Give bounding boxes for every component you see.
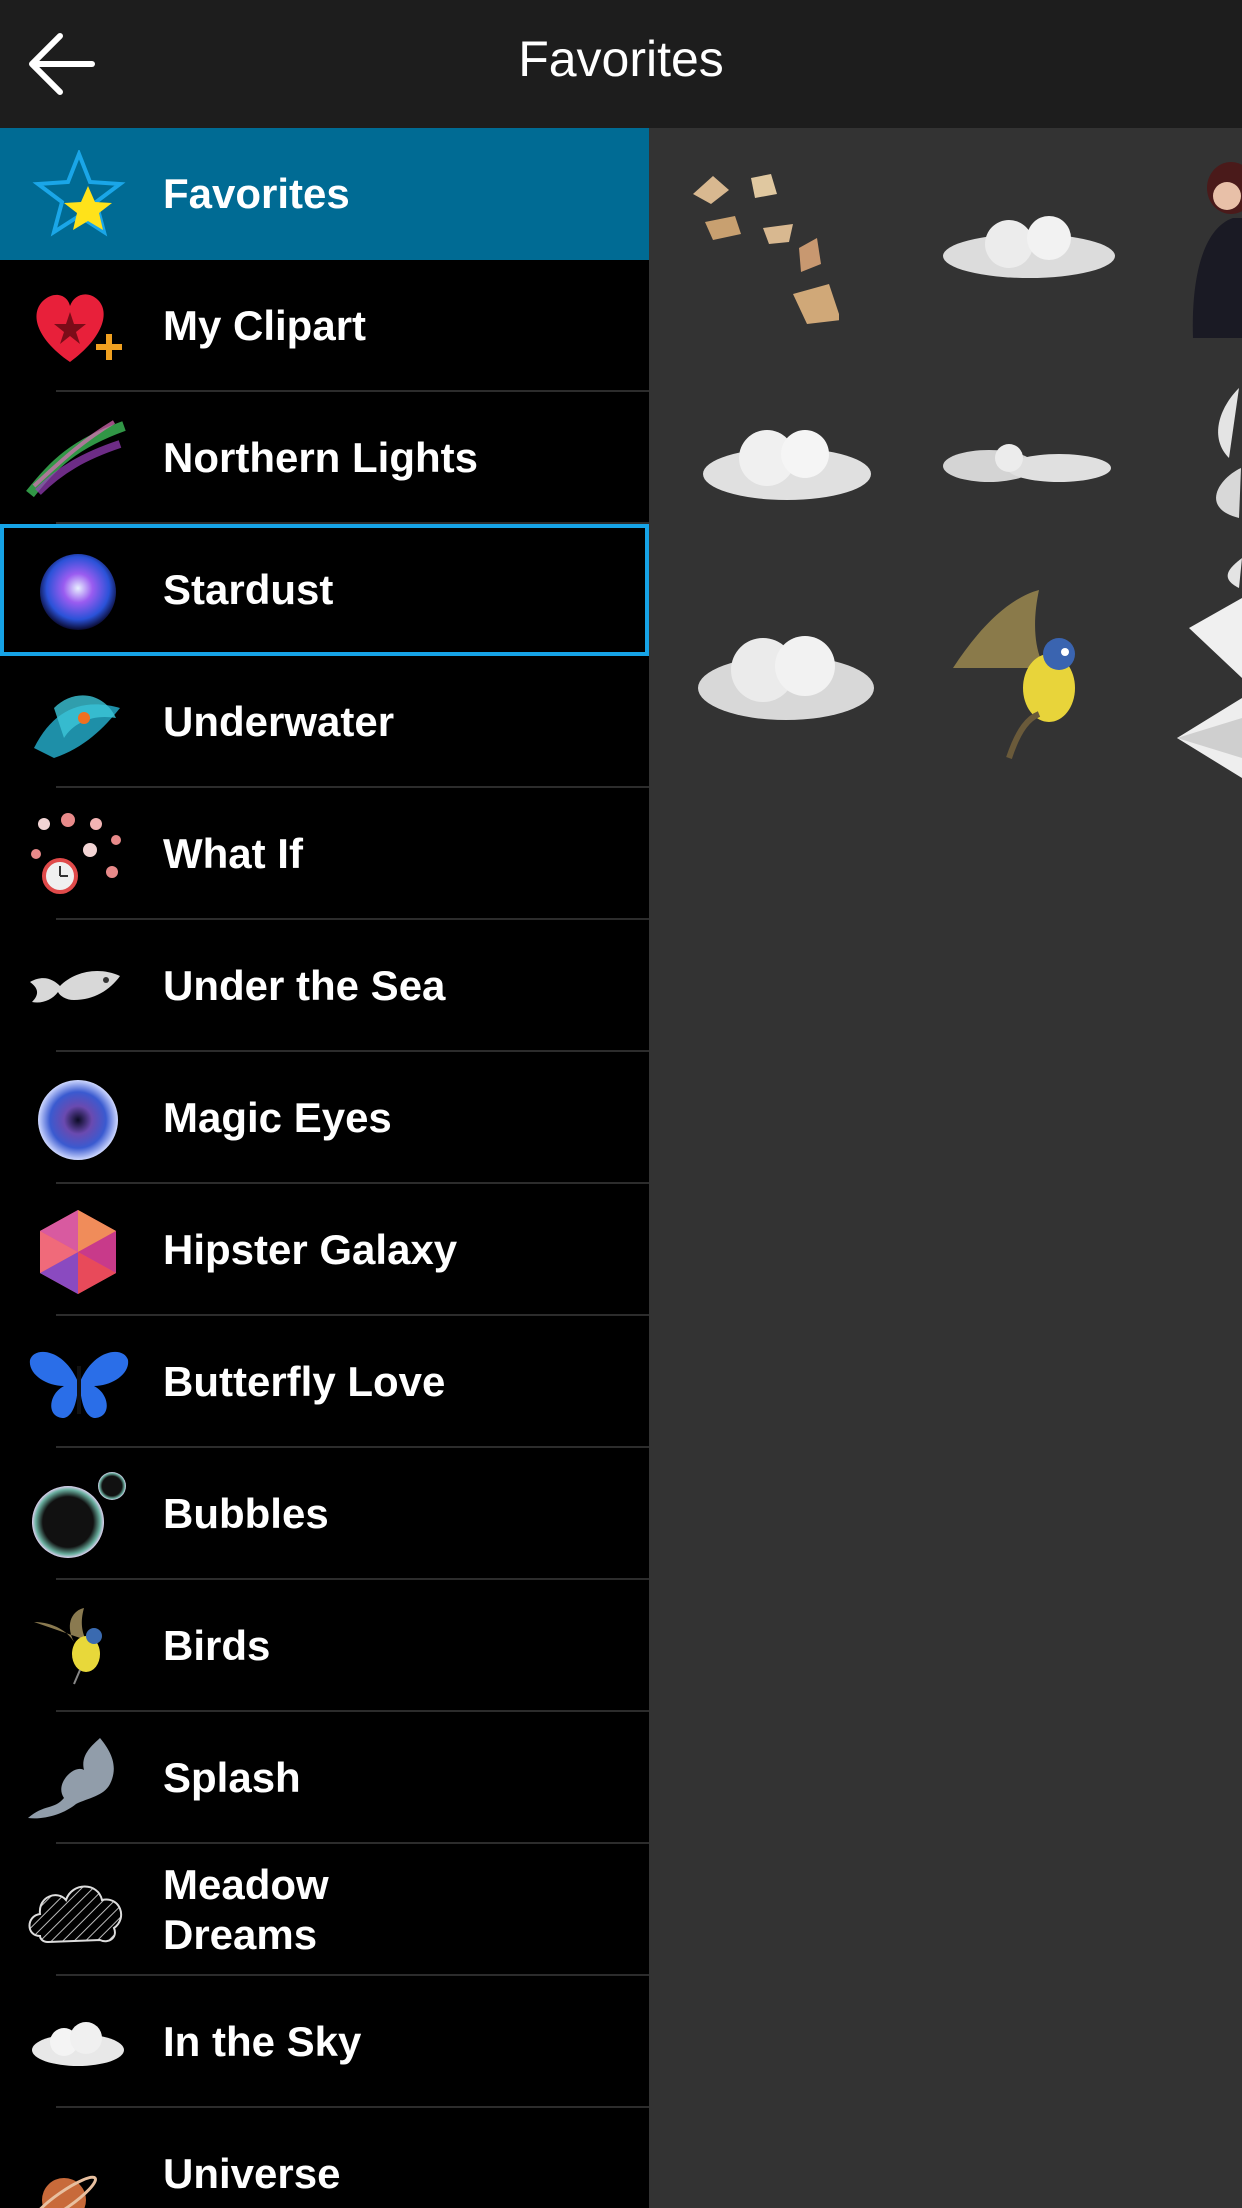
- sidebar-item-in-the-sky[interactable]: In the Sky: [0, 1976, 649, 2108]
- underwater-fish-icon: [34, 695, 120, 758]
- star-icon: [32, 150, 126, 237]
- cloud-clipart[interactable]: [939, 208, 1119, 288]
- bubble-icon: [32, 1472, 126, 1558]
- splash-icon: [28, 1738, 114, 1819]
- cloud-icon: [32, 2022, 124, 2066]
- category-sidebar[interactable]: Favorites My Clipart Northern Lights Sta…: [0, 128, 649, 2208]
- sidebar-item-universe[interactable]: Universe: [0, 2108, 649, 2208]
- sidebar-item-meadow-dreams[interactable]: Meadow Dreams: [0, 1844, 649, 1976]
- cloud-clipart[interactable]: [697, 414, 877, 510]
- favorites-grid: [649, 128, 1242, 2208]
- sidebar-item-label: Birds: [163, 1622, 271, 1669]
- paper-plane-clipart[interactable]: [1177, 688, 1242, 788]
- top-bar: Favorites: [0, 0, 1242, 128]
- sidebar-item-hipster-galaxy[interactable]: Hipster Galaxy: [0, 1184, 649, 1316]
- galaxy-eye-icon: [38, 1080, 118, 1160]
- clock-bubbles-icon: [31, 813, 121, 894]
- sidebar-item-magic-eyes[interactable]: Magic Eyes: [0, 1052, 649, 1184]
- butterfly-icon: [29, 1351, 129, 1418]
- cloud-clipart[interactable]: [693, 622, 879, 732]
- sidebar-item-label: Universe: [163, 2150, 341, 2197]
- sidebar-item-label: Favorites: [163, 170, 350, 217]
- small-clouds-clipart[interactable]: [939, 428, 1119, 498]
- sidebar-item-label: Magic Eyes: [163, 1094, 392, 1141]
- sidebar-item-label: Northern Lights: [163, 434, 478, 481]
- sidebar-item-label: Splash: [163, 1754, 301, 1801]
- sidebar-item-butterfly-love[interactable]: Butterfly Love: [0, 1316, 649, 1448]
- leaves-clipart[interactable]: [1179, 378, 1242, 678]
- sidebar-item-label: My Clipart: [163, 302, 367, 349]
- sidebar-item-label: In the Sky: [163, 2018, 362, 2065]
- nebula-sphere-icon: [40, 554, 116, 630]
- woman-clipart[interactable]: [1183, 158, 1242, 338]
- sidebar-item-stardust[interactable]: Stardust: [0, 524, 649, 656]
- sidebar-item-my-clipart[interactable]: My Clipart: [0, 260, 649, 392]
- flying-books-clipart[interactable]: [689, 164, 839, 344]
- hexagon-icon: [40, 1210, 116, 1294]
- sidebar-item-label: Meadow Dreams: [163, 1861, 329, 1958]
- sidebar-item-underwater[interactable]: Underwater: [0, 656, 649, 788]
- planet-icon: [31, 2175, 97, 2208]
- sidebar-item-splash[interactable]: Splash: [0, 1712, 649, 1844]
- sidebar-item-label: What If: [163, 830, 303, 877]
- sidebar-item-label: Stardust: [163, 566, 334, 613]
- sidebar-item-favorites[interactable]: Favorites: [0, 128, 649, 260]
- sidebar-item-what-if[interactable]: What If: [0, 788, 649, 920]
- koi-fish-icon: [30, 971, 120, 1003]
- page-title: Favorites: [518, 31, 724, 87]
- bird-icon: [34, 1608, 102, 1685]
- sidebar-item-northern-lights[interactable]: Northern Lights: [0, 392, 649, 524]
- sidebar-item-label: Under the Sea: [163, 962, 446, 1009]
- sidebar-item-label: Butterfly Love: [163, 1358, 446, 1405]
- sidebar-item-bubbles[interactable]: Bubbles: [0, 1448, 649, 1580]
- aurora-icon: [26, 420, 126, 498]
- sidebar-item-under-the-sea[interactable]: Under the Sea: [0, 920, 649, 1052]
- sidebar-item-label: Hipster Galaxy: [163, 1226, 458, 1273]
- sidebar-item-birds[interactable]: Birds: [0, 1580, 649, 1712]
- sidebar-item-label: Underwater: [163, 698, 395, 745]
- heart-plus-icon: [36, 294, 122, 362]
- sidebar-item-label: Bubbles: [163, 1490, 329, 1537]
- patterned-cloud-icon: [28, 1885, 123, 1944]
- bird-clipart[interactable]: [949, 588, 1119, 768]
